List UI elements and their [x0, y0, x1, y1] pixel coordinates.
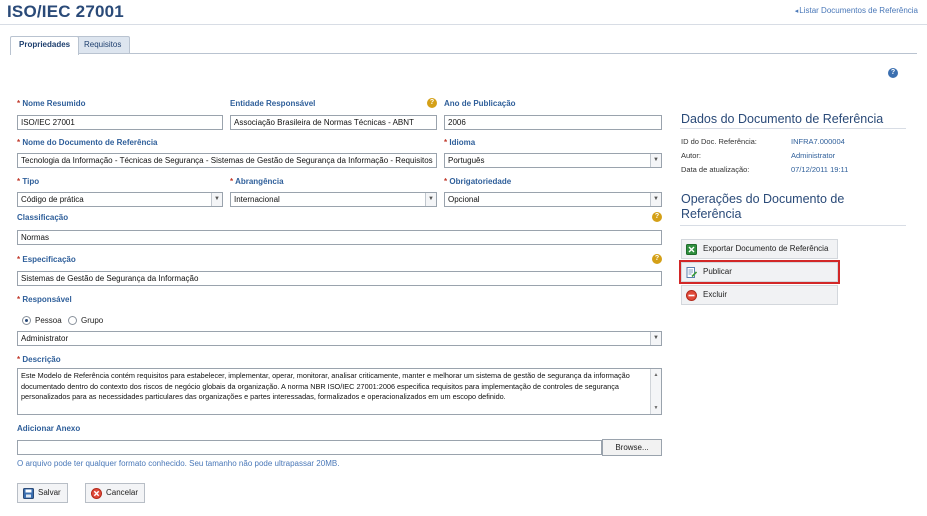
info-autor-value: Administrator: [791, 151, 836, 160]
classificacao-label: Classificação: [17, 213, 69, 222]
especificacao-help-icon[interactable]: ?: [652, 254, 662, 264]
export-label: Exportar Documento de Referência: [703, 244, 829, 253]
descricao-text: Este Modelo de Referência contém requisi…: [21, 371, 630, 401]
chevron-down-icon[interactable]: ▼: [650, 154, 661, 167]
responsavel-value: Administrator: [21, 334, 69, 343]
idioma-value: Português: [448, 156, 485, 165]
cancel-icon: [91, 488, 102, 499]
chevron-down-icon[interactable]: ▼: [211, 193, 222, 206]
info-autor-label: Autor:: [681, 151, 702, 160]
save-button[interactable]: Salvar: [17, 483, 68, 503]
scroll-down-icon[interactable]: ▼: [651, 403, 661, 414]
publish-button[interactable]: Publicar: [679, 260, 840, 284]
ano-label: Ano de Publicação: [444, 99, 516, 108]
cancel-button[interactable]: Cancelar: [85, 483, 146, 503]
info-id-label: ID do Doc. Referência:: [681, 137, 757, 146]
save-button-label: Salvar: [38, 488, 61, 497]
nome-documento-input[interactable]: Tecnologia da Informação - Técnicas de S…: [17, 153, 437, 168]
descricao-scrollbar[interactable]: ▲ ▼: [650, 369, 661, 414]
chevron-down-icon[interactable]: ▼: [650, 332, 661, 345]
radio-grupo-label: Grupo: [81, 316, 104, 325]
page-title: ISO/IEC 27001: [7, 2, 124, 21]
ops-divider: [680, 225, 906, 226]
anexo-label: Adicionar Anexo: [17, 424, 81, 433]
tipo-label: * Tipo: [17, 177, 40, 186]
entidade-help-icon[interactable]: ?: [427, 98, 437, 108]
export-button[interactable]: Exportar Documento de Referência: [681, 239, 838, 259]
abrangencia-label: * Abrangência: [230, 177, 284, 186]
anexo-file-input[interactable]: [17, 440, 602, 455]
idioma-select[interactable]: Português ▼: [444, 153, 662, 168]
nome-documento-label: * Nome do Documento de Referência: [17, 138, 158, 147]
file-hint: O arquivo pode ter qualquer formato conh…: [17, 459, 340, 468]
entidade-input[interactable]: Associação Brasileira de Normas Técnicas…: [230, 115, 437, 130]
especificacao-label: * Especificação: [17, 255, 76, 264]
responsavel-label: * Responsável: [17, 295, 72, 304]
obrigatoriedade-select[interactable]: Opcional ▼: [444, 192, 662, 207]
chevron-down-icon[interactable]: ▼: [650, 193, 661, 206]
tab-requisitos[interactable]: Requisitos: [75, 36, 131, 54]
delete-icon: [686, 290, 697, 301]
cancel-button-label: Cancelar: [106, 488, 139, 497]
back-link[interactable]: ◂Listar Documentos de Referência: [795, 6, 918, 15]
nome-resumido-label: * Nome Resumido: [17, 99, 86, 108]
tipo-select[interactable]: Código de prática ▼: [17, 192, 223, 207]
nome-resumido-input[interactable]: ISO/IEC 27001: [17, 115, 223, 130]
help-icon[interactable]: ?: [888, 68, 898, 78]
dados-title: Dados do Documento de Referência: [681, 112, 884, 126]
publish-label: Publicar: [703, 267, 732, 276]
abrangencia-value: Internacional: [234, 195, 280, 204]
back-link-label: Listar Documentos de Referência: [799, 6, 918, 15]
chevron-down-icon[interactable]: ▼: [425, 193, 436, 206]
browse-button[interactable]: Browse...: [602, 439, 662, 456]
info-id-value: INFRA7.000004: [791, 137, 845, 146]
abrangencia-select[interactable]: Internacional ▼: [230, 192, 437, 207]
ops-title: Operações do Documento de Referência: [681, 192, 845, 221]
dados-divider: [680, 128, 906, 129]
delete-button[interactable]: Excluir: [681, 285, 838, 305]
tab-divider: [10, 53, 917, 54]
info-data-label: Data de atualização:: [681, 165, 750, 174]
descricao-textarea[interactable]: Este Modelo de Referência contém requisi…: [17, 368, 662, 415]
title-divider: [0, 24, 927, 25]
classificacao-help-icon[interactable]: ?: [652, 212, 662, 222]
especificacao-input[interactable]: Sistemas de Gestão de Segurança da Infor…: [17, 271, 662, 286]
delete-label: Excluir: [703, 290, 728, 299]
ano-input[interactable]: 2006: [444, 115, 662, 130]
scroll-up-icon[interactable]: ▲: [651, 370, 661, 381]
tipo-value: Código de prática: [21, 195, 84, 204]
radio-grupo[interactable]: [68, 316, 77, 325]
entidade-label: Entidade Responsável: [230, 99, 316, 108]
radio-pessoa-label: Pessoa: [35, 316, 62, 325]
back-arrow-icon: ◂: [794, 8, 799, 15]
tab-propriedades[interactable]: Propriedades: [10, 36, 80, 55]
publish-icon: [686, 267, 697, 278]
save-icon: [23, 488, 34, 499]
info-data-value: 07/12/2011 19:11: [791, 165, 849, 174]
obrigatoriedade-label: * Obrigatoriedade: [444, 177, 512, 186]
obrigatoriedade-value: Opcional: [448, 195, 480, 204]
classificacao-input[interactable]: Normas: [17, 230, 662, 245]
excel-icon: [686, 244, 697, 255]
radio-pessoa[interactable]: [22, 316, 31, 325]
idioma-label: * Idioma: [444, 138, 476, 147]
descricao-label: * Descrição: [17, 355, 61, 364]
responsavel-select[interactable]: Administrator ▼: [17, 331, 662, 346]
